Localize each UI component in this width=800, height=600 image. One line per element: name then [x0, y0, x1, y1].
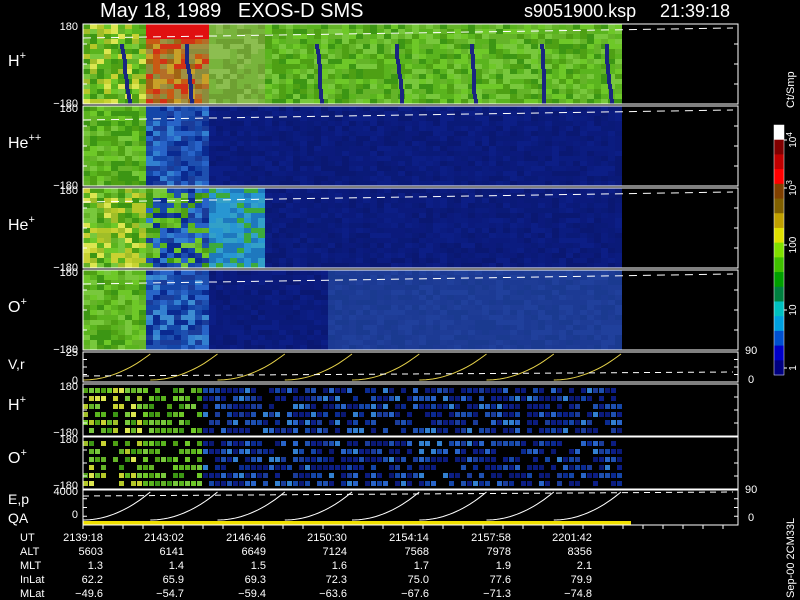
footer-cell-mlat: −54.7 — [156, 588, 184, 600]
colorbar-unit-label: Ct/Smp — [785, 71, 797, 108]
footer-cell-ut: 2154:14 — [389, 532, 429, 544]
footer-cell-mlt: 1.7 — [414, 560, 429, 572]
footer-cell-mlat: −63.6 — [319, 588, 347, 600]
colorbar-segment — [774, 242, 784, 258]
colorbar-segment — [774, 360, 784, 376]
footer-cell-alt: 8356 — [568, 546, 592, 558]
ep-panel-right-top: 90 — [745, 484, 757, 496]
qa-label: QA — [8, 510, 29, 526]
footer-cell-mlt: 1.9 — [496, 560, 511, 572]
footer-row-label-ut: UT — [20, 532, 35, 544]
footer-cell-alt: 7568 — [405, 546, 429, 558]
ep-panel-label: E,p — [8, 491, 29, 507]
footer-cell-ut: 2150:30 — [307, 532, 347, 544]
footer-cell-mlat: −49.6 — [75, 588, 103, 600]
colorbar-segment — [774, 330, 784, 347]
panel-2-ymax: 180 — [60, 103, 78, 115]
colorbar-segment — [774, 198, 784, 214]
plot-time: 21:39:18 — [660, 1, 730, 21]
footer-row-label-mlt: MLT — [20, 560, 41, 572]
footer-cell-mlat: −71.3 — [483, 588, 511, 600]
panel-4-ymax: 180 — [60, 267, 78, 279]
spectrogram-panel-3 — [83, 188, 622, 268]
spectrogram-panel-4 — [83, 270, 622, 350]
footer-cell-inlat: 62.2 — [82, 574, 103, 586]
footer-cell-inlat: 77.6 — [490, 574, 511, 586]
data-file-name: s9051900.ksp — [524, 1, 636, 21]
footer-row-label-alt: ALT — [20, 546, 40, 558]
colorbar-tick-label: 10 — [788, 304, 799, 316]
panel-3-ymax: 180 — [60, 185, 78, 197]
footer-cell-inlat: 75.0 — [408, 574, 429, 586]
colorbar-segment — [774, 169, 784, 185]
ep-panel-ymax: 4000 — [54, 486, 78, 498]
vr-panel-label: V,r — [8, 356, 25, 372]
footer-cell-inlat: 65.9 — [163, 574, 184, 586]
footer-cell-mlat: −74.8 — [564, 588, 592, 600]
colorbar-segment — [774, 125, 784, 141]
panel-1-ymax: 180 — [60, 21, 78, 33]
footer-cell-ut: 2201:42 — [552, 532, 592, 544]
small-panel-1-ymax: 180 — [60, 381, 78, 393]
colorbar-segment — [774, 154, 784, 170]
footer-cell-inlat: 72.3 — [326, 574, 347, 586]
plot-title: May 18, 1989 EXOS-D SMS — [100, 0, 363, 22]
footer-cell-ut: 2139:18 — [63, 532, 103, 544]
colorbar-tick-label: 1 — [788, 365, 799, 371]
footer-cell-alt: 6649 — [242, 546, 266, 558]
footer-row-label-inlat: InLat — [20, 574, 44, 586]
footer-cell-ut: 2157:58 — [471, 532, 511, 544]
colorbar-segment — [774, 272, 784, 288]
footer-cell-mlt: 2.1 — [577, 560, 592, 572]
colorbar-segment — [774, 183, 784, 200]
colorbar-segment — [774, 345, 784, 361]
footer-cell-mlt: 1.4 — [169, 560, 184, 572]
footer-cell-alt: 7124 — [323, 546, 347, 558]
colorbar-segment — [774, 227, 784, 244]
colorbar-segment — [774, 213, 784, 229]
footer-cell-mlat: −67.6 — [401, 588, 429, 600]
colorbar-segment — [774, 139, 784, 155]
colorbar-segment — [774, 286, 784, 302]
ep-panel-right-bottom: 0 — [748, 512, 754, 524]
footer-cell-ut: 2146:46 — [226, 532, 266, 544]
footer-cell-inlat: 69.3 — [245, 574, 266, 586]
spectrogram-panel-2 — [83, 106, 622, 186]
vr-panel-ymax: 25 — [66, 347, 78, 359]
footer-cell-mlt: 1.3 — [88, 560, 103, 572]
colorbar-segment — [774, 257, 784, 273]
vr-panel-right-top: 90 — [745, 345, 757, 357]
footer-cell-mlt: 1.6 — [332, 560, 347, 572]
ep-panel-ymin: 0 — [72, 509, 78, 521]
footer-cell-alt: 6141 — [160, 546, 184, 558]
footer-cell-mlat: −59.4 — [238, 588, 266, 600]
colorbar-segment — [774, 301, 784, 317]
footer-cell-alt: 5603 — [79, 546, 103, 558]
footer-cell-mlt: 1.5 — [251, 560, 266, 572]
vr-panel-right-bottom: 0 — [748, 374, 754, 386]
spectrogram-panel-1 — [83, 24, 622, 104]
sms-spectrogram-plot: H+180−180He++180−180He+180−180O+180−180V… — [0, 0, 800, 600]
footer-cell-alt: 7978 — [487, 546, 511, 558]
side-label: Sep-00 2CM33L — [785, 518, 797, 598]
footer-cell-ut: 2143:02 — [144, 532, 184, 544]
footer-cell-inlat: 79.9 — [571, 574, 592, 586]
colorbar-tick-label: 100 — [788, 236, 799, 253]
footer-row-label-mlat: MLat — [20, 588, 44, 600]
small-panel-2-ymax: 180 — [60, 434, 78, 446]
colorbar-segment — [774, 316, 784, 332]
